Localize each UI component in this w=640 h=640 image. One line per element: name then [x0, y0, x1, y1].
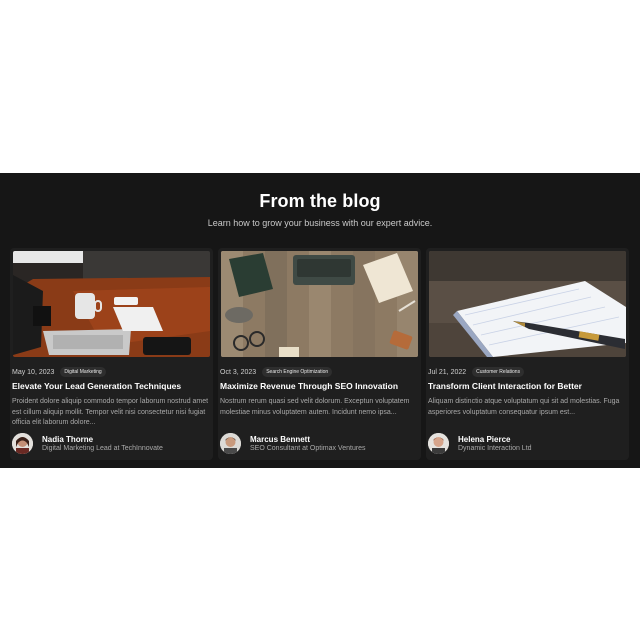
post-title[interactable]: Elevate Your Lead Generation Techniques — [12, 381, 211, 391]
author-name: Nadia Thorne — [42, 434, 94, 444]
blog-card[interactable]: May 10, 2023 Digital Marketing Elevate Y… — [10, 248, 213, 460]
post-meta: Jul 21, 2022 Customer Relations — [428, 366, 525, 378]
author-role: Dynamic Interaction Ltd — [458, 444, 532, 452]
post-date: Oct 3, 2023 — [220, 368, 257, 376]
post-title[interactable]: Transform Client Interaction for Better — [428, 381, 627, 391]
blog-card[interactable]: Jul 21, 2022 Customer Relations Transfor… — [426, 248, 629, 460]
post-title[interactable]: Maximize Revenue Through SEO Innovation — [220, 381, 419, 391]
desk-laptop-coffee-photo — [13, 251, 210, 357]
author-name: Helena Pierce — [458, 434, 511, 444]
category-badge[interactable]: Customer Relations — [472, 367, 525, 377]
post-author[interactable]: Marcus Bennett SEO Consultant at Optimax… — [220, 431, 366, 455]
author-name: Marcus Bennett — [250, 434, 311, 444]
post-author[interactable]: Helena Pierce Dynamic Interaction Ltd — [428, 431, 532, 455]
section-title: From the blog — [259, 191, 381, 211]
post-author[interactable]: Nadia Thorne Digital Marketing Lead at T… — [12, 431, 163, 455]
post-image-wooden-desk[interactable] — [221, 251, 418, 357]
avatar — [428, 432, 449, 454]
post-excerpt: Aliquam distinctio atque voluptatum qui … — [428, 398, 620, 416]
post-image-notebook-pen[interactable] — [429, 251, 626, 357]
category-badge[interactable]: Search Engine Optimization — [262, 367, 333, 377]
avatar — [12, 432, 33, 454]
category-badge[interactable]: Digital Marketing — [60, 367, 106, 377]
blog-card[interactable]: Oct 3, 2023 Search Engine Optimization M… — [218, 248, 421, 460]
post-meta: May 10, 2023 Digital Marketing — [12, 366, 106, 378]
post-excerpt: Proident dolore aliquip commodo tempor l… — [12, 398, 209, 426]
author-role: SEO Consultant at Optimax Ventures — [250, 444, 366, 452]
author-role: Digital Marketing Lead at TechInnovate — [42, 444, 163, 452]
notebook-fountain-pen-photo — [429, 251, 626, 357]
post-date: May 10, 2023 — [12, 368, 55, 376]
avatar — [220, 432, 241, 454]
post-date: Jul 21, 2022 — [428, 368, 467, 376]
wooden-desk-flatlay-photo — [221, 251, 418, 357]
post-meta: Oct 3, 2023 Search Engine Optimization — [220, 366, 333, 378]
post-image-desk-laptop[interactable] — [13, 251, 210, 357]
post-excerpt: Nostrum rerum quasi sed velit dolorum. E… — [220, 398, 410, 416]
section-subtitle: Learn how to grow your business with our… — [207, 218, 433, 228]
